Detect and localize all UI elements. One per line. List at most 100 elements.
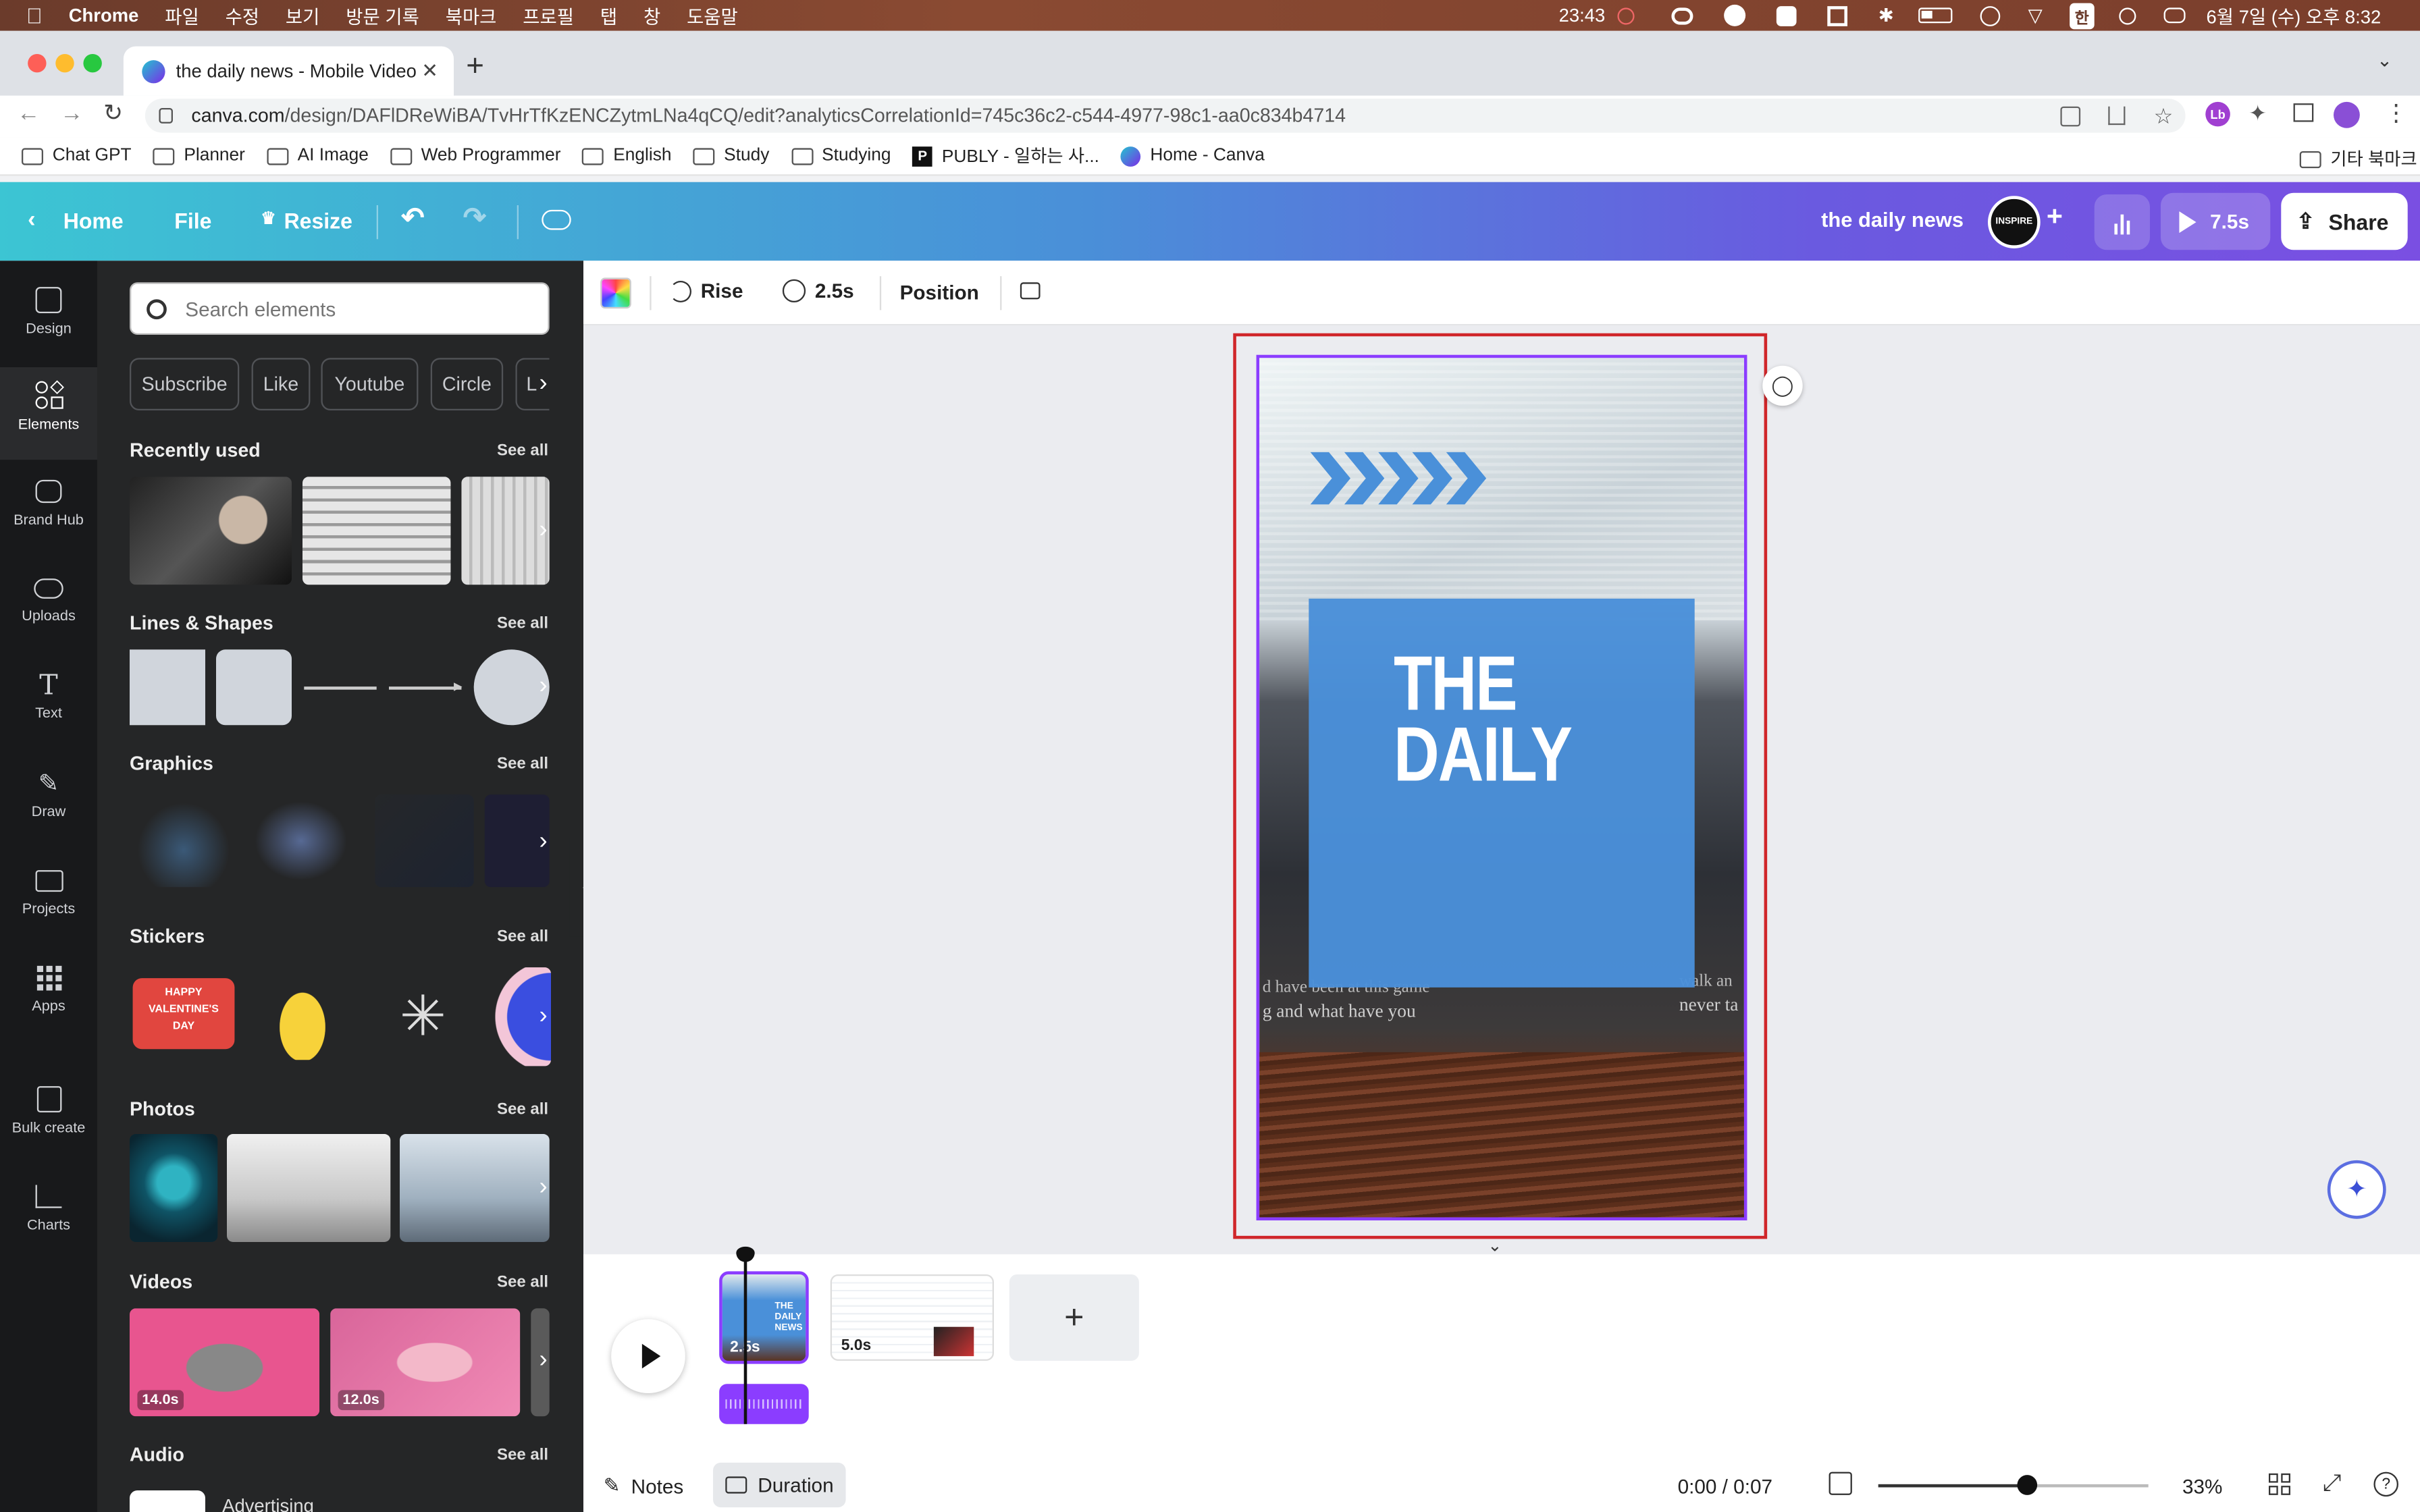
bookmark-ai-image[interactable]: AI Image bbox=[266, 146, 369, 165]
extensions-puzzle-icon[interactable]: ✦ bbox=[2248, 101, 2267, 127]
menu-history[interactable]: 방문 기록 bbox=[346, 2, 419, 28]
shape-arrow-line[interactable] bbox=[389, 686, 462, 689]
shapes-next-chevron-icon[interactable]: › bbox=[528, 671, 559, 702]
graphic-wire-mesh-2[interactable] bbox=[246, 794, 355, 888]
color-picker-swatch[interactable] bbox=[600, 277, 631, 309]
file-menu-button[interactable]: File bbox=[174, 209, 211, 234]
resize-button[interactable]: Resize bbox=[284, 209, 352, 234]
spotlight-search-icon[interactable] bbox=[2118, 7, 2136, 24]
apple-icon[interactable]:  bbox=[26, 3, 43, 28]
home-button[interactable]: Home bbox=[63, 209, 124, 234]
recent-photo-newspaper-stack[interactable] bbox=[302, 477, 451, 585]
menu-bookmarks[interactable]: 북마크 bbox=[446, 2, 497, 28]
play-presentation-button[interactable]: 7.5s bbox=[2161, 192, 2271, 250]
team-avatar[interactable]: INSPIRE bbox=[1988, 196, 2041, 249]
bookmark-chat-gpt[interactable]: Chat GPT bbox=[22, 146, 132, 165]
bookmark-english[interactable]: English bbox=[582, 146, 671, 165]
bookmark-home-canva[interactable]: Home - Canva bbox=[1121, 146, 1265, 166]
photo-phone-hands[interactable] bbox=[130, 1134, 218, 1243]
rail-item-apps[interactable]: Apps bbox=[0, 950, 97, 1043]
window-minimize-button[interactable] bbox=[55, 54, 74, 73]
menu-edit[interactable]: 수정 bbox=[226, 2, 260, 28]
forward-arrow-icon[interactable]: → bbox=[60, 101, 83, 127]
bookmark-star-icon[interactable]: ☆ bbox=[2154, 103, 2174, 129]
shape-square[interactable] bbox=[130, 649, 205, 726]
zoom-percentage[interactable]: 33% bbox=[2182, 1475, 2223, 1498]
add-collaborator-icon[interactable]: + bbox=[2047, 200, 2063, 233]
address-bar[interactable]: canva.com /design/DAFlDReWiBA/TvHrTfKzEN… bbox=[144, 99, 2186, 133]
new-tab-button[interactable]: + bbox=[466, 49, 484, 85]
timeline-page-2[interactable]: 5.0s bbox=[830, 1274, 995, 1361]
bookmark-other[interactable]: 기타 북마크 bbox=[2299, 146, 2417, 171]
shape-line[interactable] bbox=[304, 686, 377, 689]
chips-next-chevron-icon[interactable]: › bbox=[528, 369, 559, 400]
share-page-icon[interactable] bbox=[2109, 106, 2126, 126]
menu-view[interactable]: 보기 bbox=[286, 2, 320, 28]
photo-meeting[interactable] bbox=[400, 1134, 550, 1243]
browser-tab-active[interactable]: the daily news - Mobile Video ✕ bbox=[123, 46, 454, 96]
video-woman-pink-room[interactable]: 12.0s bbox=[330, 1308, 521, 1417]
timeline-page-1[interactable]: THE DAILY NEWS 2.5s bbox=[719, 1271, 809, 1364]
back-arrow-icon[interactable]: ← bbox=[17, 101, 40, 127]
tab-close-icon[interactable]: ✕ bbox=[421, 59, 438, 84]
window-zoom-button[interactable] bbox=[83, 54, 102, 73]
see-all-stickers[interactable]: See all bbox=[497, 927, 548, 946]
tab-search-chevron-icon[interactable]: ⌄ bbox=[2377, 49, 2392, 71]
sticker-sparkle[interactable]: ✳ bbox=[372, 973, 474, 1060]
rail-item-uploads[interactable]: Uploads bbox=[0, 562, 97, 654]
add-comment-icon[interactable]: ◯ bbox=[1762, 365, 1803, 406]
design-page[interactable]: g and what have you d have been at this … bbox=[1256, 354, 1747, 1221]
chevron-left-icon[interactable]: ‹ bbox=[28, 207, 35, 233]
menu-file[interactable]: 파일 bbox=[165, 2, 199, 28]
audio-track-thumb[interactable] bbox=[130, 1490, 205, 1512]
playhead-knob[interactable] bbox=[736, 1246, 755, 1262]
audio-track-title[interactable]: Advertising bbox=[222, 1495, 314, 1512]
see-all-recently-used[interactable]: See all bbox=[497, 441, 548, 460]
chip-like[interactable]: Like bbox=[251, 358, 311, 410]
rail-item-draw[interactable]: ✎ Draw bbox=[0, 756, 97, 848]
see-all-graphics[interactable]: See all bbox=[497, 755, 548, 773]
notes-button[interactable]: ✎ Notes bbox=[604, 1474, 684, 1498]
redo-icon[interactable]: ↷ bbox=[463, 202, 487, 234]
videos-next-chevron-icon[interactable]: › bbox=[528, 1345, 559, 1376]
wifi-icon[interactable]: ▽ bbox=[2028, 5, 2043, 26]
design-title[interactable]: the daily news bbox=[1821, 209, 1964, 232]
rail-item-text[interactable]: T Text bbox=[0, 659, 97, 751]
bookmark-studying[interactable]: Studying bbox=[791, 146, 891, 165]
menu-window[interactable]: 창 bbox=[643, 2, 660, 28]
box-app-icon[interactable] bbox=[1776, 5, 1797, 26]
site-info-icon[interactable] bbox=[159, 108, 173, 124]
chip-youtube[interactable]: Youtube bbox=[321, 358, 419, 410]
see-all-audio[interactable]: See all bbox=[497, 1446, 548, 1464]
zoom-slider-knob[interactable] bbox=[2017, 1475, 2038, 1495]
chrome-menu-kebab-icon[interactable]: ⋮ bbox=[2384, 99, 2407, 127]
bookmark-planner[interactable]: Planner bbox=[153, 146, 245, 165]
chip-subscribe[interactable]: Subscribe bbox=[130, 358, 240, 410]
timeline-collapse-chevron-icon[interactable]: ⌄ bbox=[1488, 1236, 1502, 1256]
headline-the[interactable]: THE bbox=[1394, 645, 1518, 722]
magic-assistant-sparkle-icon[interactable]: ✦ bbox=[2327, 1160, 2386, 1219]
video-laptop-pink[interactable]: 14.0s bbox=[130, 1308, 320, 1417]
menu-tab[interactable]: 탭 bbox=[600, 2, 617, 28]
photo-office-team[interactable] bbox=[227, 1134, 391, 1243]
graphic-dark-gradient[interactable] bbox=[375, 794, 474, 888]
insights-button[interactable] bbox=[2094, 194, 2151, 250]
rail-item-design[interactable]: Design bbox=[0, 273, 97, 366]
battery-icon[interactable] bbox=[1918, 7, 1953, 24]
recent-photo-person[interactable] bbox=[130, 477, 292, 585]
share-button[interactable]: ⇪ Share bbox=[2281, 192, 2408, 250]
rail-item-brand-hub[interactable]: Brand Hub bbox=[0, 464, 97, 557]
chrome-profile-avatar[interactable] bbox=[2334, 101, 2360, 128]
bookmark-publy[interactable]: P PUBLY - 일하는 사... bbox=[912, 144, 1099, 169]
grid-app-icon[interactable] bbox=[1827, 5, 1848, 26]
timeline-play-button[interactable] bbox=[611, 1319, 685, 1393]
sticker-valentines[interactable]: HAPPY VALENTINE'S DAY bbox=[132, 978, 235, 1050]
record-indicator-icon[interactable] bbox=[1617, 7, 1635, 24]
position-button[interactable]: Position bbox=[900, 281, 979, 304]
undo-icon[interactable]: ↶ bbox=[401, 202, 425, 234]
headline-daily[interactable]: DAILY bbox=[1394, 716, 1573, 793]
shape-rounded-square[interactable] bbox=[216, 649, 292, 726]
fullscreen-icon[interactable]: ⤢ bbox=[2323, 1470, 2341, 1496]
bookmark-web-programmer[interactable]: Web Programmer bbox=[390, 146, 561, 165]
graphics-next-chevron-icon[interactable]: › bbox=[528, 827, 559, 858]
